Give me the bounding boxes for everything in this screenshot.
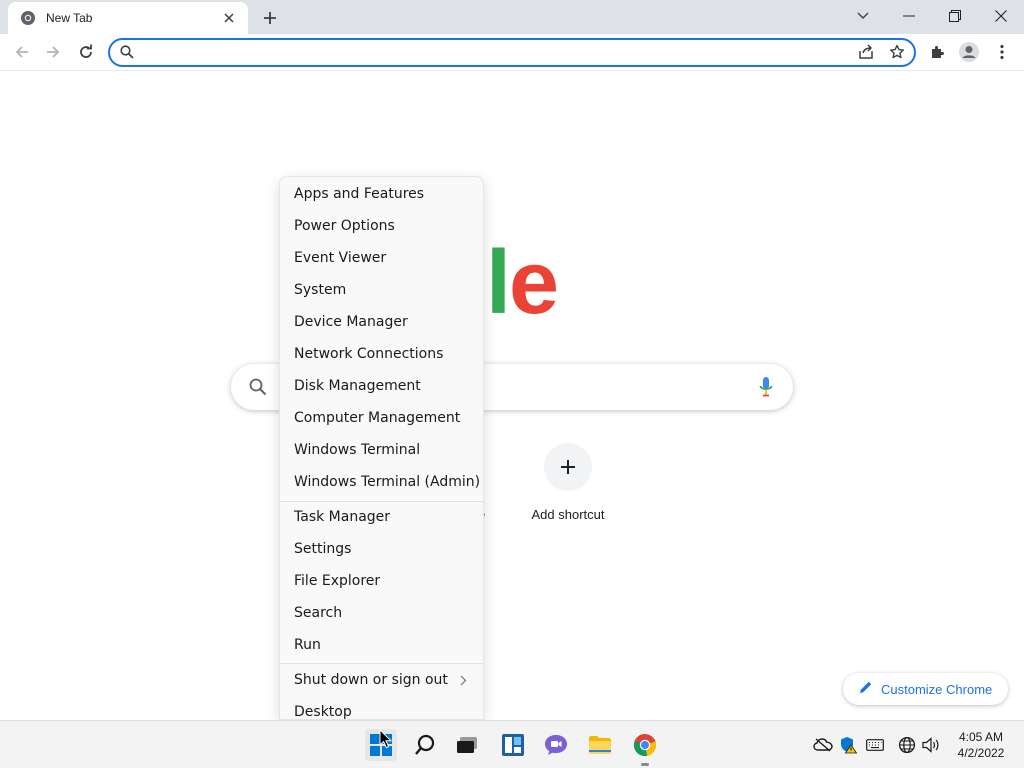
volume-icon[interactable] — [921, 735, 941, 755]
menu-item-computer-management[interactable]: Computer Management — [280, 402, 483, 434]
menu-item-windows-terminal-admin[interactable]: Windows Terminal (Admin) — [280, 466, 483, 498]
address-bar[interactable] — [108, 38, 916, 67]
menu-item-desktop[interactable]: Desktop — [280, 696, 483, 719]
customize-chrome-button[interactable]: Customize Chrome — [843, 673, 1008, 705]
customize-chrome-label: Customize Chrome — [881, 681, 993, 697]
clock-date: 4/2/2022 — [957, 746, 1005, 760]
task-view-icon[interactable] — [451, 729, 483, 761]
widgets-icon[interactable] — [497, 729, 529, 761]
keyboard-icon[interactable] — [865, 735, 885, 755]
quick-link-menu: Apps and Features Power Options Event Vi… — [279, 176, 484, 720]
add-shortcut-tile[interactable]: Add shortcut — [528, 443, 608, 522]
extensions-icon[interactable] — [924, 39, 950, 65]
share-icon[interactable] — [858, 44, 874, 65]
chat-icon[interactable] — [540, 729, 572, 761]
microphone-icon[interactable] — [759, 376, 773, 403]
clock-time: 4:05 AM — [958, 730, 1004, 744]
add-shortcut-label: Add shortcut — [531, 507, 605, 522]
mouse-cursor-icon — [379, 728, 393, 754]
back-button[interactable] — [9, 39, 35, 65]
taskbar-clock[interactable]: 4:05 AM 4/2/2022 — [948, 729, 1014, 761]
tab-new-tab[interactable]: New Tab — [8, 2, 248, 34]
search-icon[interactable] — [409, 729, 441, 761]
menu-item-apps-and-features[interactable]: Apps and Features — [280, 178, 483, 210]
taskbar: 4:05 AM 4/2/2022 — [0, 720, 1024, 768]
menu-item-windows-terminal[interactable]: Windows Terminal — [280, 434, 483, 466]
tab-title: New Tab — [46, 11, 93, 25]
tab-search-icon[interactable] — [848, 4, 878, 28]
menu-item-system[interactable]: System — [280, 274, 483, 306]
close-tab-icon[interactable] — [220, 9, 238, 27]
menu-item-disk-management[interactable]: Disk Management — [280, 370, 483, 402]
network-icon[interactable] — [897, 735, 917, 755]
menu-item-settings[interactable]: Settings — [280, 533, 483, 565]
menu-item-task-manager[interactable]: Task Manager — [280, 501, 483, 533]
browser-toolbar — [0, 34, 1024, 71]
chrome-icon[interactable] — [629, 729, 661, 766]
menu-item-event-viewer[interactable]: Event Viewer — [280, 242, 483, 274]
tab-strip: New Tab — [0, 0, 1024, 34]
profile-avatar-icon[interactable] — [956, 39, 982, 65]
menu-item-shut-down-or-sign-out[interactable]: Shut down or sign out — [280, 664, 483, 696]
security-warning-icon[interactable] — [838, 735, 858, 755]
menu-item-device-manager[interactable]: Device Manager — [280, 306, 483, 338]
running-indicator — [641, 763, 649, 766]
plus-icon — [544, 443, 592, 491]
forward-button[interactable] — [40, 39, 66, 65]
restore-button[interactable] — [940, 4, 970, 28]
menu-item-run[interactable]: Run — [280, 629, 483, 661]
search-icon — [120, 45, 134, 64]
bookmark-star-icon[interactable] — [889, 44, 905, 65]
desktop-screen: New Tab le Add shortcut Customize Chrome… — [0, 0, 1024, 768]
chrome-favicon-icon — [20, 10, 36, 26]
chevron-right-icon — [460, 674, 467, 690]
close-window-button[interactable] — [986, 4, 1016, 28]
file-explorer-icon[interactable] — [584, 729, 616, 761]
address-input[interactable] — [142, 43, 842, 62]
menu-item-network-connections[interactable]: Network Connections — [280, 338, 483, 370]
onedrive-offline-icon[interactable] — [813, 735, 833, 755]
menu-item-power-options[interactable]: Power Options — [280, 210, 483, 242]
new-tab-button[interactable] — [258, 6, 282, 30]
menu-item-file-explorer[interactable]: File Explorer — [280, 565, 483, 597]
pencil-icon — [859, 680, 873, 699]
menu-item-search[interactable]: Search — [280, 597, 483, 629]
menu-kebab-icon[interactable] — [989, 39, 1015, 65]
search-icon — [249, 378, 267, 401]
menu-item-label: Shut down or sign out — [294, 672, 448, 688]
reload-button[interactable] — [73, 39, 99, 65]
minimize-button[interactable] — [894, 4, 924, 28]
